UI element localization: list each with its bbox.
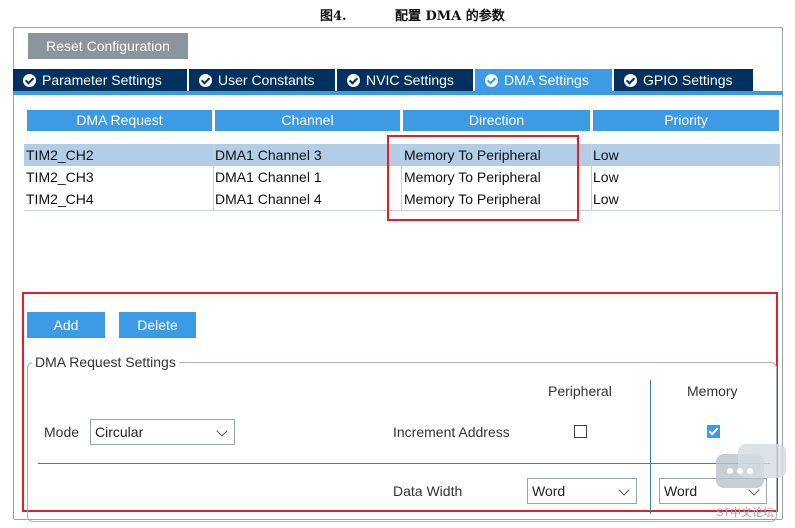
check-circle-icon xyxy=(485,74,498,87)
chat-bubble-icon xyxy=(716,444,786,504)
tab-dma-settings[interactable]: DMA Settings xyxy=(475,69,612,91)
column-header-channel[interactable]: Channel xyxy=(215,110,400,131)
settings-legend: DMA Request Settings xyxy=(32,354,179,370)
tab-gpio-settings[interactable]: GPIO Settings xyxy=(614,69,753,91)
peripheral-data-width-value: Word xyxy=(532,483,566,499)
column-divider xyxy=(779,144,780,210)
section-divider xyxy=(38,463,650,464)
tab-label: NVIC Settings xyxy=(366,72,454,88)
figure-caption: 图4. 配置 DMA 的参数 xyxy=(0,0,795,24)
reset-configuration-button[interactable]: Reset Configuration xyxy=(28,33,188,59)
tab-user-constants[interactable]: User Constants xyxy=(189,69,335,91)
column-header-dma-request[interactable]: DMA Request xyxy=(27,110,212,131)
tab-parameter-settings[interactable]: Parameter Settings xyxy=(13,69,187,91)
cell-priority: Low xyxy=(593,191,619,207)
column-divider xyxy=(213,144,214,210)
column-header-priority[interactable]: Priority xyxy=(593,110,779,131)
add-button[interactable]: Add xyxy=(27,312,105,338)
chevron-down-icon xyxy=(618,484,630,496)
mode-select[interactable]: Circular xyxy=(90,419,235,445)
column-header-direction[interactable]: Direction xyxy=(403,110,590,131)
cell-channel: DMA1 Channel 1 xyxy=(215,169,322,185)
cell-channel: DMA1 Channel 4 xyxy=(215,191,322,207)
figure-number: 图4. xyxy=(320,9,347,24)
tab-label: User Constants xyxy=(218,72,315,88)
cell-request: TIM2_CH4 xyxy=(26,191,94,207)
cell-channel: DMA1 Channel 3 xyxy=(215,147,322,163)
check-circle-icon xyxy=(347,74,360,87)
peripheral-data-width-select[interactable]: Word xyxy=(527,478,637,504)
tab-label: DMA Settings xyxy=(504,72,589,88)
memory-increment-checkbox[interactable] xyxy=(707,425,720,438)
memory-column-label: Memory xyxy=(687,383,738,399)
delete-button[interactable]: Delete xyxy=(119,312,196,338)
column-divider xyxy=(591,144,592,210)
peripheral-increment-checkbox[interactable] xyxy=(574,425,587,438)
direction-highlight-box xyxy=(387,135,579,221)
peripheral-column-label: Peripheral xyxy=(548,383,612,399)
mode-value: Circular xyxy=(95,424,144,440)
cell-priority: Low xyxy=(593,169,619,185)
settings-tabs: Parameter Settings User Constants NVIC S… xyxy=(13,69,783,91)
tab-nvic-settings[interactable]: NVIC Settings xyxy=(337,69,473,91)
cell-request: TIM2_CH2 xyxy=(26,147,94,163)
check-circle-icon xyxy=(624,74,637,87)
tab-label: GPIO Settings xyxy=(643,72,733,88)
cell-request: TIM2_CH3 xyxy=(26,169,94,185)
chevron-down-icon xyxy=(216,425,228,437)
watermark-text: ST中文论坛 xyxy=(716,507,775,519)
column-divider-vertical xyxy=(650,380,651,514)
tab-underline xyxy=(13,91,783,95)
mode-label: Mode xyxy=(44,424,80,440)
data-width-label: Data Width xyxy=(393,483,463,499)
increment-address-label: Increment Address xyxy=(393,424,510,440)
check-circle-icon xyxy=(199,74,212,87)
cell-priority: Low xyxy=(593,147,619,163)
memory-data-width-value: Word xyxy=(664,483,698,499)
tab-label: Parameter Settings xyxy=(42,72,162,88)
check-circle-icon xyxy=(23,74,36,87)
figure-title: 配置 DMA 的参数 xyxy=(395,9,505,24)
